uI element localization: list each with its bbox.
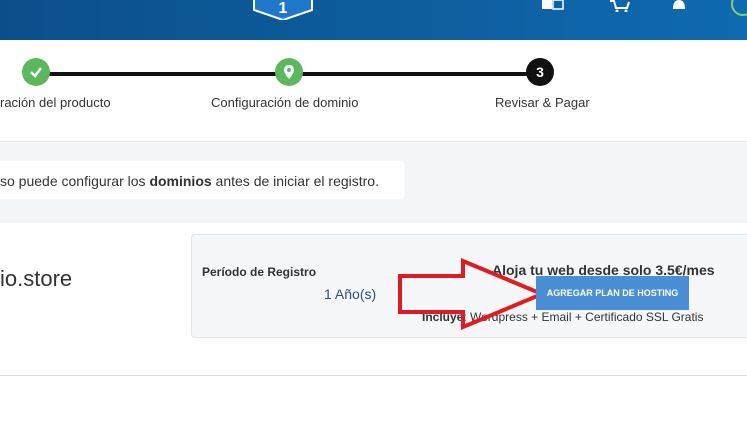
step-connector bbox=[36, 72, 290, 76]
domain-name: io.store bbox=[0, 266, 73, 291]
add-hosting-plan-button[interactable]: AGREGAR PLAN DE HOSTING bbox=[536, 276, 689, 310]
notice-text-bold: dominios bbox=[149, 173, 212, 189]
top-header: 1 bbox=[0, 0, 747, 40]
checkout-steps bbox=[0, 40, 747, 142]
step-3-label: Revisar & Pagar bbox=[495, 95, 590, 110]
red-arrow-annotation bbox=[398, 258, 545, 330]
step-2-circle[interactable] bbox=[275, 58, 303, 86]
step-2-label: Configuración de dominio bbox=[211, 95, 359, 110]
step-1-label: ración del producto bbox=[0, 95, 111, 110]
registration-period-value[interactable]: 1 Año(s) bbox=[324, 286, 376, 302]
notice-text-start: so puede configurar los bbox=[0, 173, 150, 189]
logo-number: 1 bbox=[279, 0, 288, 17]
avatar[interactable] bbox=[727, 0, 747, 16]
translate-icon[interactable] bbox=[541, 0, 565, 12]
location-pin-icon bbox=[284, 65, 294, 79]
step-1-circle[interactable] bbox=[22, 58, 50, 86]
registration-period-label: Período de Registro bbox=[202, 265, 317, 279]
cart-icon[interactable] bbox=[608, 0, 632, 12]
bell-icon[interactable] bbox=[667, 0, 691, 12]
step-3-number: 3 bbox=[536, 64, 544, 80]
domain-notice: so puede configurar los dominios antes d… bbox=[0, 161, 405, 199]
notice-text-end: antes de iniciar el registro. bbox=[211, 173, 379, 189]
check-icon bbox=[30, 67, 42, 78]
logo-badge[interactable]: 1 bbox=[252, 0, 314, 20]
step-connector bbox=[290, 72, 542, 76]
step-3-circle[interactable]: 3 bbox=[526, 58, 554, 86]
